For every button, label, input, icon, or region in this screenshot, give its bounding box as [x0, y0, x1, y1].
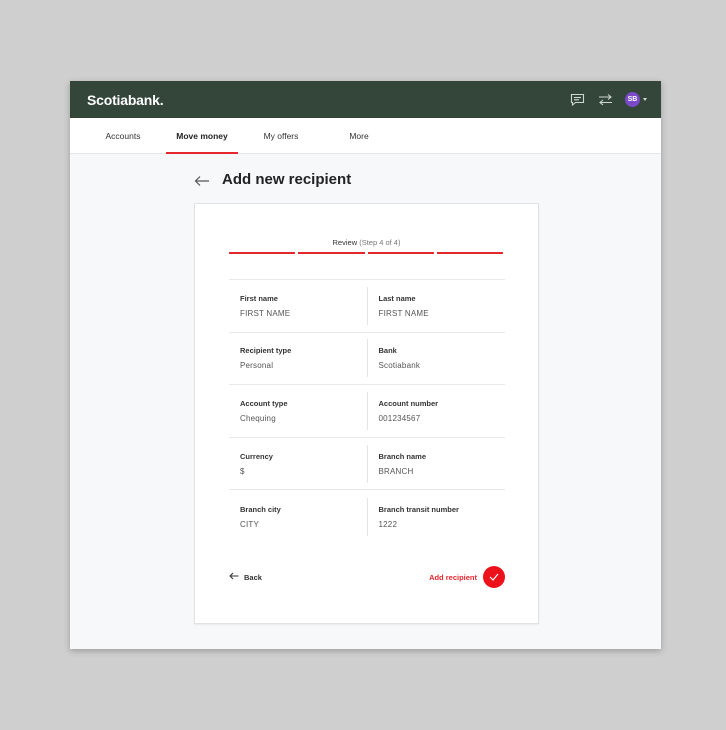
back-button-label: Back: [244, 572, 262, 582]
field-value: $: [240, 466, 245, 476]
back-arrow-icon[interactable]: [194, 174, 210, 186]
detail-bank: Bank Scotiabank: [368, 339, 506, 377]
detail-branch-name: Branch name BRANCH: [368, 445, 506, 483]
detail-row: Recipient type Personal Bank Scotiabank: [229, 333, 505, 386]
chevron-down-icon: [643, 98, 647, 101]
review-details: First name FIRST NAME Last name FIRST NA…: [229, 279, 505, 543]
detail-row: Currency $ Branch name BRANCH: [229, 438, 505, 491]
page-heading: Add new recipient: [194, 171, 351, 188]
app-window: Scotiabank. SB Accounts Move money My of…: [70, 81, 661, 649]
arrow-left-icon: [229, 572, 239, 582]
field-label: First name: [240, 293, 278, 303]
field-label: Bank: [378, 346, 397, 356]
nav-more[interactable]: More: [324, 118, 394, 153]
field-label: Currency: [240, 451, 273, 461]
add-recipient-button[interactable]: Add recipient: [429, 566, 505, 588]
progress-segment: [436, 252, 503, 254]
field-value: Chequing: [240, 413, 276, 423]
back-button[interactable]: Back: [229, 572, 262, 582]
nav-my-offers[interactable]: My offers: [246, 118, 316, 153]
step-indicator: Review (Step 4 of 4): [195, 238, 538, 247]
field-value: 1222: [378, 519, 398, 529]
field-label: Branch name: [378, 451, 427, 461]
field-label: Branch transit number: [378, 504, 459, 514]
step-count: (Step 4 of 4): [359, 238, 401, 247]
detail-first-name: First name FIRST NAME: [229, 286, 368, 325]
check-icon[interactable]: [483, 566, 505, 588]
field-value: Scotiabank: [378, 361, 421, 371]
field-label: Account type: [240, 398, 288, 408]
nav-move-money[interactable]: Move money: [166, 118, 238, 154]
field-value: 001234567: [378, 413, 421, 423]
detail-currency: Currency $: [229, 444, 368, 483]
avatar: SB: [625, 92, 640, 107]
main-nav: Accounts Move money My offers More: [70, 118, 661, 154]
review-card: Review (Step 4 of 4) First name FIRST NA…: [194, 203, 539, 624]
card-actions: Back Add recipient: [229, 566, 505, 588]
progress-segment: [367, 252, 434, 254]
detail-row: First name FIRST NAME Last name FIRST NA…: [229, 280, 505, 333]
detail-row: Account type Chequing Account number 001…: [229, 385, 505, 438]
detail-branch-transit-number: Branch transit number 1222: [368, 498, 506, 536]
field-value: FIRST NAME: [378, 308, 429, 318]
step-title: Review: [332, 238, 358, 247]
detail-recipient-type: Recipient type Personal: [229, 339, 368, 378]
field-value: BRANCH: [378, 466, 414, 476]
transfer-icon[interactable]: [597, 92, 613, 108]
top-bar: Scotiabank. SB: [70, 81, 661, 118]
progress-segment: [229, 252, 296, 254]
detail-last-name: Last name FIRST NAME: [368, 287, 506, 325]
progress-segment: [298, 252, 365, 254]
detail-branch-city: Branch city CITY: [229, 497, 368, 536]
add-recipient-label: Add recipient: [429, 572, 477, 582]
top-bar-actions: SB: [569, 92, 647, 108]
scotiabank-logo[interactable]: Scotiabank.: [87, 92, 164, 108]
field-label: Last name: [378, 293, 416, 303]
detail-account-number: Account number 001234567: [368, 392, 506, 430]
profile-menu[interactable]: SB: [625, 92, 647, 107]
nav-accounts[interactable]: Accounts: [88, 118, 158, 153]
detail-row: Branch city CITY Branch transit number 1…: [229, 490, 505, 543]
detail-account-type: Account type Chequing: [229, 391, 368, 430]
field-label: Recipient type: [240, 346, 292, 356]
field-value: FIRST NAME: [240, 308, 291, 318]
chat-icon[interactable]: [569, 92, 585, 108]
field-label: Branch city: [240, 504, 281, 514]
field-value: Personal: [240, 361, 274, 371]
field-value: CITY: [240, 519, 260, 529]
field-label: Account number: [378, 398, 439, 408]
step-progress: [229, 252, 503, 254]
page-title: Add new recipient: [222, 171, 352, 188]
